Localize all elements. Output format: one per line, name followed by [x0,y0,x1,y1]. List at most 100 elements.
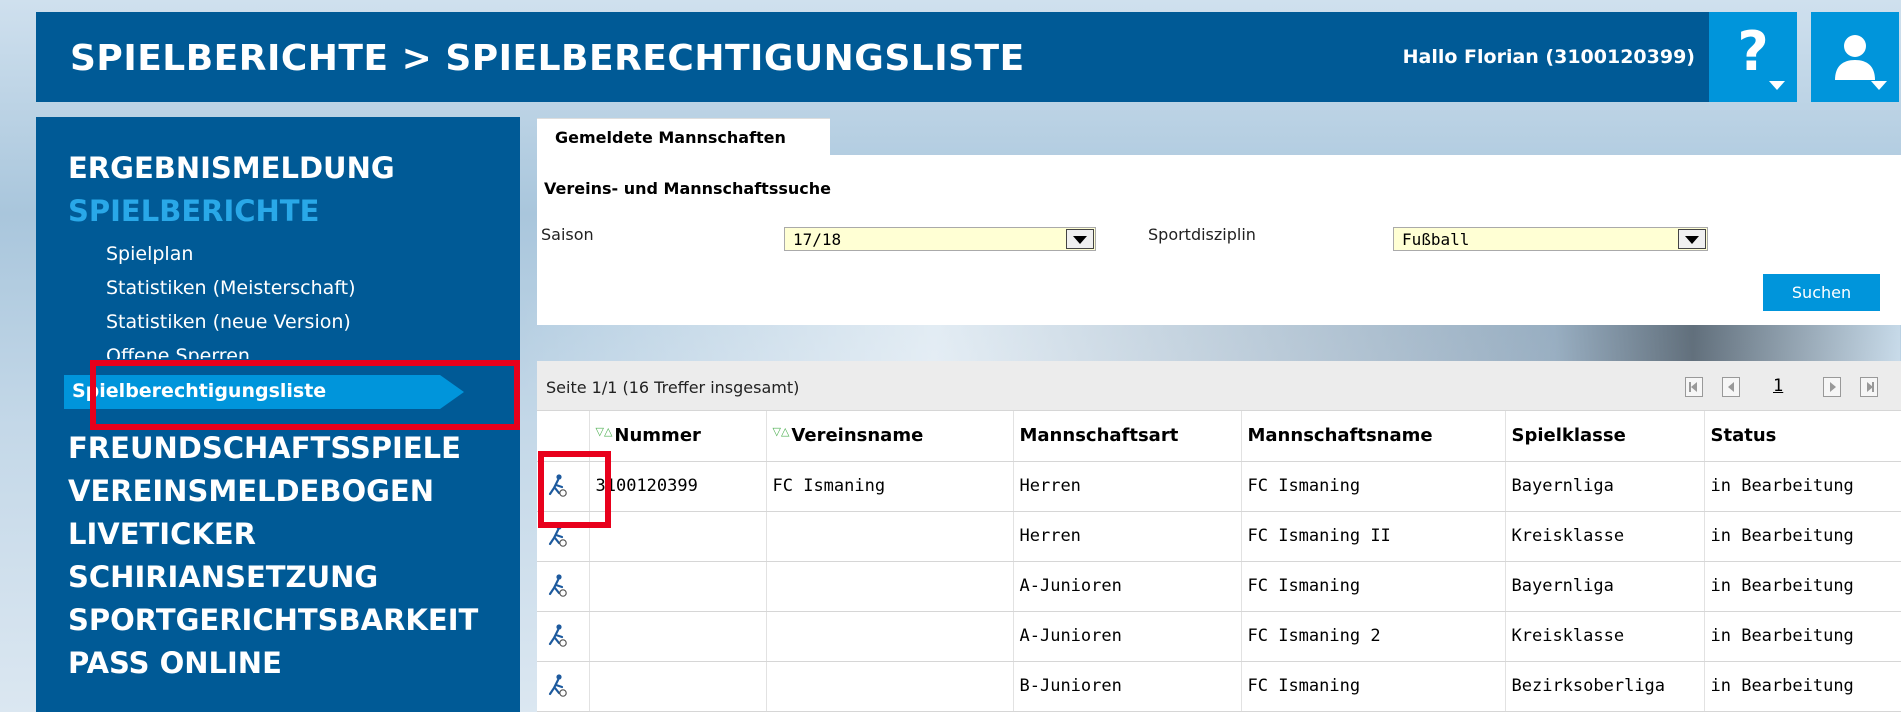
sidebar-subitem-statistiken-neue-version[interactable]: Statistiken (neue Version) [106,311,351,333]
cell-mannschaftsart: Herren [1013,461,1242,512]
season-select[interactable]: 17/18 [784,227,1096,251]
cell-spielklasse: Bezirksoberliga [1505,661,1705,712]
cell-status: in Bearbeitung [1704,611,1901,662]
first-page-icon[interactable] [1685,377,1703,397]
column-header-mannschaftsart: Mannschaftsart [1013,411,1242,462]
cell-nummer [589,611,767,662]
season-value: 17/18 [793,230,842,249]
cell-action [537,561,590,612]
cell-vereinsname [766,511,1014,562]
cell-action [537,611,590,662]
sort-icon[interactable]: ▽△ [773,425,790,438]
sidebar-subitem-spielplan[interactable]: Spielplan [106,243,193,265]
table-row: A-Junioren FC Ismaning 2 Kreisklasse in Bea… [537,611,1901,662]
discipline-value: Fußball [1402,230,1470,249]
user-greeting: Hallo Florian (3100120399) [1402,46,1695,68]
sidebar-item-spielberichte[interactable]: SPIELBERICHTE [68,194,319,228]
player-edit-icon[interactable] [543,624,589,648]
last-page-icon[interactable] [1860,377,1878,397]
player-edit-icon[interactable] [543,524,589,548]
table-row: 3100120399 FC Ismaning Herren FC Ismaning Ba… [537,461,1901,512]
page-info: Seite 1/1 (16 Treffer insgesamt) [546,378,800,397]
page-header: SPIELBERICHTE > SPIELBERECHTIGUNGSLISTE … [36,12,1715,102]
sidebar-item-pass-online[interactable]: PASS ONLINE [68,646,282,680]
player-edit-icon[interactable] [543,574,589,598]
sidebar-item-vereinsmeldebogen[interactable]: VEREINSMELDEBOGEN [68,474,434,508]
sidebar: ERGEBNISMELDUNG SPIELBERICHTE Spielplan … [36,117,520,712]
user-menu-button[interactable] [1811,12,1899,102]
chevron-down-icon [1871,81,1887,90]
results-table: ▽△ Nummer ▽△ Vereinsname Mannschaftsart Ma… [537,411,1901,712]
dropdown-arrow-icon[interactable] [1066,229,1094,249]
cell-status: in Bearbeitung [1704,561,1901,612]
cell-vereinsname [766,561,1014,612]
tab-label: Gemeldete Mannschaften [555,128,786,147]
help-button[interactable]: ? [1709,12,1797,102]
help-icon: ? [1737,20,1769,83]
column-header-nummer[interactable]: ▽△ Nummer [589,411,767,462]
chevron-down-icon [1769,81,1785,90]
cell-mannschaftsart: A-Junioren [1013,561,1242,612]
sidebar-item-sportgerichtsbarkeit[interactable]: SPORTGERICHTSBARKEIT [68,603,478,637]
pager-bar: Seite 1/1 (16 Treffer insgesamt) 1 [537,361,1901,411]
cell-vereinsname [766,661,1014,712]
discipline-label: Sportdisziplin [1148,225,1256,244]
sidebar-item-schiriansetzung[interactable]: SCHIRIANSETZUNG [68,560,378,594]
search-title: Vereins- und Mannschaftssuche [544,179,831,198]
page-title: SPIELBERICHTE > SPIELBERECHTIGUNGSLISTE [70,38,1025,79]
player-edit-icon[interactable] [543,674,589,698]
column-header-status: Status [1704,411,1901,462]
player-edit-icon[interactable] [543,474,589,498]
cell-vereinsname [766,611,1014,662]
table-row: Herren FC Ismaning II Kreisklasse in Bearbe… [537,511,1901,562]
sidebar-subitem-offene-sperren[interactable]: Offene Sperren [106,345,250,359]
current-page-link[interactable]: 1 [1773,376,1783,396]
prev-page-icon[interactable] [1722,377,1740,397]
cell-mannschaftsname: FC Ismaning II [1241,511,1506,562]
discipline-select[interactable]: Fußball [1393,227,1708,251]
cell-action [537,511,590,562]
cell-nummer [589,511,767,562]
cell-status: in Bearbeitung [1704,511,1901,562]
cell-action [537,661,590,712]
cell-nummer [589,661,767,712]
cell-spielklasse: Kreisklasse [1505,511,1705,562]
cell-nummer: 3100120399 [589,461,767,512]
search-button[interactable]: Suchen [1763,274,1880,311]
column-header-action [537,411,590,462]
sidebar-item-liveticker[interactable]: LIVETICKER [68,517,256,551]
sidebar-item-freundschaftsspiele[interactable]: FREUNDSCHAFTSSPIELE [68,431,461,465]
season-label: Saison [541,225,594,244]
table-row: B-Junioren FC Ismaning Bezirksoberliga in B… [537,661,1901,712]
column-header-vereinsname[interactable]: ▽△ Vereinsname [766,411,1014,462]
table-header-row: ▽△ Nummer ▽△ Vereinsname Mannschaftsart Ma… [537,411,1901,462]
table-row: A-Junioren FC Ismaning Bayernliga in Bearbe… [537,561,1901,612]
cell-status: in Bearbeitung [1704,661,1901,712]
cell-vereinsname: FC Ismaning [766,461,1014,512]
sidebar-subitem-label: Spielberechtigungsliste [72,380,327,402]
cell-mannschaftsart: Herren [1013,511,1242,562]
cell-spielklasse: Bayernliga [1505,461,1705,512]
cell-mannschaftsname: FC Ismaning [1241,461,1506,512]
results-panel: Seite 1/1 (16 Treffer insgesamt) 1 ▽△ Num… [537,361,1901,712]
next-page-icon[interactable] [1823,377,1841,397]
cell-mannschaftsart: A-Junioren [1013,611,1242,662]
cell-mannschaftsart: B-Junioren [1013,661,1242,712]
column-header-spielklasse: Spielklasse [1505,411,1705,462]
cell-action [537,461,590,512]
user-icon [1835,35,1875,80]
column-header-mannschaftsname: Mannschaftsname [1241,411,1506,462]
cell-nummer [589,561,767,612]
dropdown-arrow-icon[interactable] [1678,229,1706,249]
search-panel: Vereins- und Mannschaftssuche Saison 17/… [537,155,1901,325]
cell-spielklasse: Bayernliga [1505,561,1705,612]
cell-mannschaftsname: FC Ismaning [1241,661,1506,712]
sort-icon[interactable]: ▽△ [596,425,613,438]
cell-mannschaftsname: FC Ismaning [1241,561,1506,612]
cell-spielklasse: Kreisklasse [1505,611,1705,662]
sidebar-subitem-spielberechtigungsliste[interactable]: Spielberechtigungsliste [64,375,464,409]
tab-gemeldete-mannschaften[interactable]: Gemeldete Mannschaften [537,118,830,155]
sidebar-item-ergebnismeldung[interactable]: ERGEBNISMELDUNG [68,151,395,185]
sidebar-subitem-statistiken-meisterschaft[interactable]: Statistiken (Meisterschaft) [106,277,355,299]
cell-status: in Bearbeitung [1704,461,1901,512]
